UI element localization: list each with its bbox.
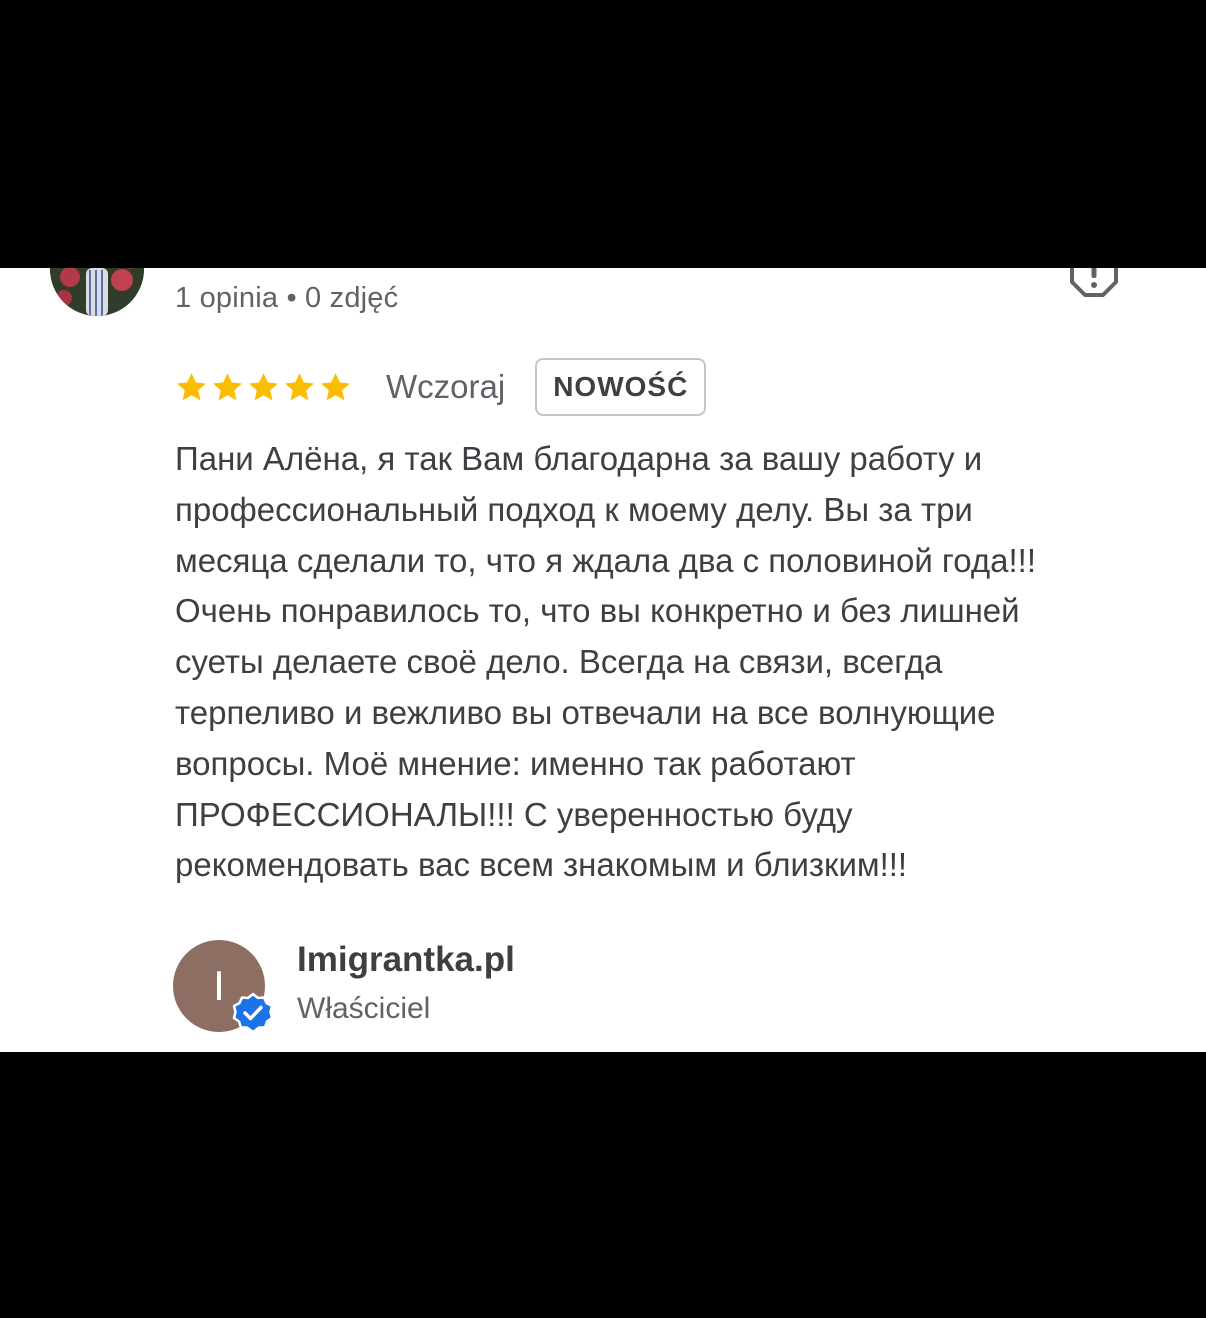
review-text-line: суеты делаете своё дело. Всегда на связи… [175,643,943,681]
new-badge: NOWOŚĆ [535,358,707,416]
star-icon [249,372,278,400]
owner-role: Właściciel [297,992,431,1025]
review-date: Wczoraj [386,368,506,405]
star-icon [213,372,242,400]
verified-check-icon [232,992,274,1034]
reviewer-avatar[interactable] [50,268,144,316]
star-icon [321,372,350,400]
review-text-line: месяца сделали то, что я ждала два с пол… [175,541,1036,579]
review-text-line: Пани Алёна, я так Вам благодарна за вашу… [175,440,983,477]
report-flag-icon[interactable] [1068,268,1120,302]
rating-row: Wczoraj NOWOŚĆ [175,356,707,418]
review-card: 1 opinia • 0 zdjęć Wczoraj NOWOŚĆ Пани А… [0,268,1206,1052]
star-icon [177,372,206,400]
review-text-line: профессиональный подход к моему делу. Вы… [175,490,973,528]
owner-name[interactable]: Imigrantka.pl [297,940,515,980]
reviewer-meta: 1 opinia • 0 zdjęć [175,282,399,314]
review-text-line: рекомендовать вас всем знакомым и близки… [175,846,908,884]
letterbox-bottom [0,1052,1206,1318]
owner-avatar-letter: I [213,962,225,1009]
review-text-line: терпеливо и вежливо вы отвечали на все в… [175,693,996,731]
review-text-line: ПРОФЕССИОНАЛЫ!!! С уверенностью буду [175,795,853,833]
star-icon [285,372,314,400]
letterbox-top [0,0,1206,268]
star-rating [175,371,352,404]
review-text: Пани Алёна, я так Вам благодарна за вашу… [175,434,1165,891]
review-text-line: Очень понравилось то, что вы конкретно и… [175,592,1020,630]
review-text-line: вопросы. Моё мнение: именно так работают [175,744,856,782]
